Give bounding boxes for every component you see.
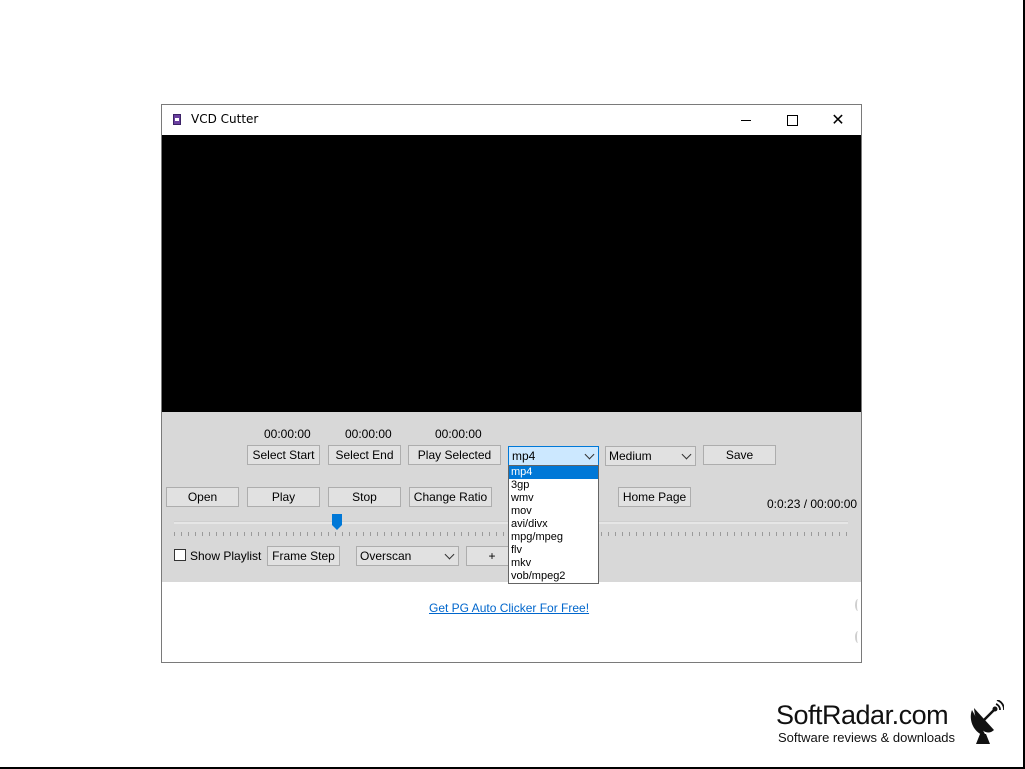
satellite-dish-icon: [970, 700, 1004, 744]
title-bar[interactable]: VCD Cutter ✕: [162, 105, 861, 135]
format-dropdown-list[interactable]: mp4 3gp wmv mov avi/divx mpg/mpeg flv mk…: [508, 465, 599, 584]
format-option[interactable]: 3gp: [509, 479, 598, 492]
select-end-button[interactable]: Select End: [328, 445, 401, 465]
format-option[interactable]: mov: [509, 505, 598, 518]
frame-step-button[interactable]: Frame Step: [267, 546, 340, 566]
select-start-button[interactable]: Select Start: [247, 445, 320, 465]
quality-select[interactable]: Medium: [605, 446, 696, 466]
selected-time-label: 00:00:00: [435, 427, 482, 441]
chevron-down-icon: [444, 549, 455, 560]
quality-select-value: Medium: [609, 449, 652, 463]
edge-decoration: [855, 631, 861, 643]
maximize-button[interactable]: [769, 105, 815, 135]
format-option[interactable]: flv: [509, 544, 598, 557]
watermark-name: SoftRadar.com: [776, 700, 949, 730]
edge-decoration: [855, 599, 861, 611]
format-option[interactable]: wmv: [509, 492, 598, 505]
app-window: VCD Cutter ✕ 00:00:00 00:00:00 00:00:00 …: [161, 104, 862, 663]
chevron-down-icon: [584, 449, 595, 460]
close-button[interactable]: ✕: [815, 105, 861, 135]
scaling-select-value: Overscan: [360, 549, 412, 563]
scaling-select[interactable]: Overscan: [356, 546, 459, 566]
change-ratio-button[interactable]: Change Ratio: [409, 487, 492, 507]
time-display: 0:0:23 / 00:00:00: [767, 497, 858, 511]
end-time-label: 00:00:00: [345, 427, 392, 441]
ad-area: [162, 582, 861, 662]
window-title: VCD Cutter: [191, 112, 259, 126]
minimize-button[interactable]: [723, 105, 769, 135]
stop-button[interactable]: Stop: [328, 487, 401, 507]
seek-slider-thumb[interactable]: [332, 514, 342, 530]
show-playlist-label: Show Playlist: [190, 549, 262, 563]
chevron-down-icon: [681, 449, 692, 460]
maximize-icon: [786, 114, 798, 126]
format-select-value: mp4: [512, 449, 536, 463]
format-option[interactable]: mpg/mpeg: [509, 531, 598, 544]
format-option[interactable]: avi/divx: [509, 518, 598, 531]
play-button[interactable]: Play: [247, 487, 320, 507]
close-icon: ✕: [831, 110, 845, 129]
format-select[interactable]: mp4: [508, 446, 599, 466]
watermark-tagline: Software reviews & downloads: [778, 730, 956, 745]
ad-link[interactable]: Get PG Auto Clicker For Free!: [429, 601, 589, 615]
format-option[interactable]: vob/mpeg2: [509, 570, 598, 583]
film-icon: [173, 114, 181, 125]
show-playlist-checkbox[interactable]: [174, 549, 186, 561]
minimize-icon: [741, 119, 751, 121]
save-button[interactable]: Save: [703, 445, 776, 465]
home-page-button[interactable]: Home Page: [618, 487, 691, 507]
start-time-label: 00:00:00: [264, 427, 311, 441]
open-button[interactable]: Open: [166, 487, 239, 507]
play-selected-button[interactable]: Play Selected: [408, 445, 501, 465]
format-option[interactable]: mp4: [509, 466, 598, 479]
format-option[interactable]: mkv: [509, 557, 598, 570]
video-display[interactable]: [162, 135, 861, 412]
